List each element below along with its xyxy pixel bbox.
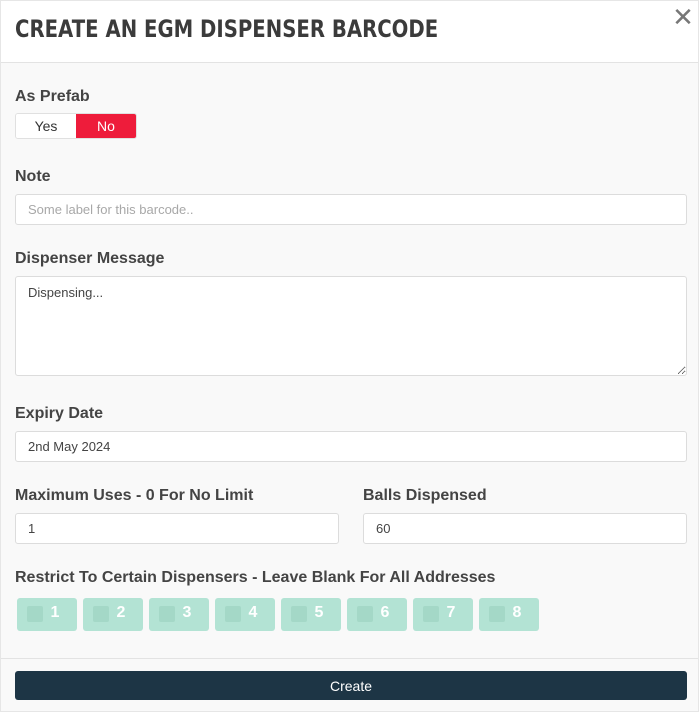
note-input[interactable] <box>15 194 687 225</box>
max-uses-input[interactable] <box>15 513 339 544</box>
balls-dispensed-label: Balls Dispensed <box>363 487 487 504</box>
checkbox-icon <box>489 606 505 622</box>
checkbox-icon <box>27 606 43 622</box>
dispenser-checkbox-7[interactable]: 7 <box>413 598 473 631</box>
expiry-date-label: Expiry Date <box>15 405 104 422</box>
dispenser-checkbox-6[interactable]: 6 <box>347 598 407 631</box>
dispenser-checkbox-group: 1 2 3 4 5 6 7 8 <box>17 598 539 631</box>
dispenser-number: 2 <box>116 604 126 621</box>
dispenser-number: 5 <box>314 604 324 621</box>
restrict-dispensers-label: Restrict To Certain Dispensers - Leave B… <box>15 569 496 586</box>
close-icon[interactable]: ✕ <box>671 5 695 31</box>
dispenser-checkbox-5[interactable]: 5 <box>281 598 341 631</box>
dispenser-number: 6 <box>380 604 390 621</box>
checkbox-icon <box>93 606 109 622</box>
dispenser-number: 8 <box>512 604 522 621</box>
dispenser-number: 1 <box>50 604 60 621</box>
checkbox-icon <box>357 606 373 622</box>
prefab-yes-option[interactable]: Yes <box>16 114 76 138</box>
dispenser-checkbox-4[interactable]: 4 <box>215 598 275 631</box>
expiry-date-input[interactable] <box>15 431 687 462</box>
checkbox-icon <box>291 606 307 622</box>
footer-divider <box>1 658 698 659</box>
dispenser-checkbox-3[interactable]: 3 <box>149 598 209 631</box>
note-label: Note <box>15 168 51 185</box>
checkbox-icon <box>159 606 175 622</box>
balls-dispensed-input[interactable] <box>363 513 687 544</box>
dispenser-number: 4 <box>248 604 258 621</box>
dispenser-message-textarea[interactable]: Dispensing... <box>15 276 687 376</box>
dispenser-number: 3 <box>182 604 192 621</box>
prefab-no-option[interactable]: No <box>76 114 136 138</box>
checkbox-icon <box>225 606 241 622</box>
dispenser-checkbox-2[interactable]: 2 <box>83 598 143 631</box>
dispenser-number: 7 <box>446 604 456 621</box>
modal-title: CREATE AN EGM DISPENSER BARCODE <box>15 15 439 43</box>
dispenser-checkbox-8[interactable]: 8 <box>479 598 539 631</box>
create-button[interactable]: Create <box>15 671 687 700</box>
dispenser-message-label: Dispenser Message <box>15 250 165 267</box>
modal-header: CREATE AN EGM DISPENSER BARCODE ✕ <box>1 1 698 63</box>
max-uses-label: Maximum Uses - 0 For No Limit <box>15 487 254 504</box>
checkbox-icon <box>423 606 439 622</box>
dispenser-checkbox-1[interactable]: 1 <box>17 598 77 631</box>
prefab-toggle: Yes No <box>15 113 137 139</box>
prefab-label: As Prefab <box>15 88 90 105</box>
create-barcode-modal: CREATE AN EGM DISPENSER BARCODE ✕ As Pre… <box>0 0 699 712</box>
